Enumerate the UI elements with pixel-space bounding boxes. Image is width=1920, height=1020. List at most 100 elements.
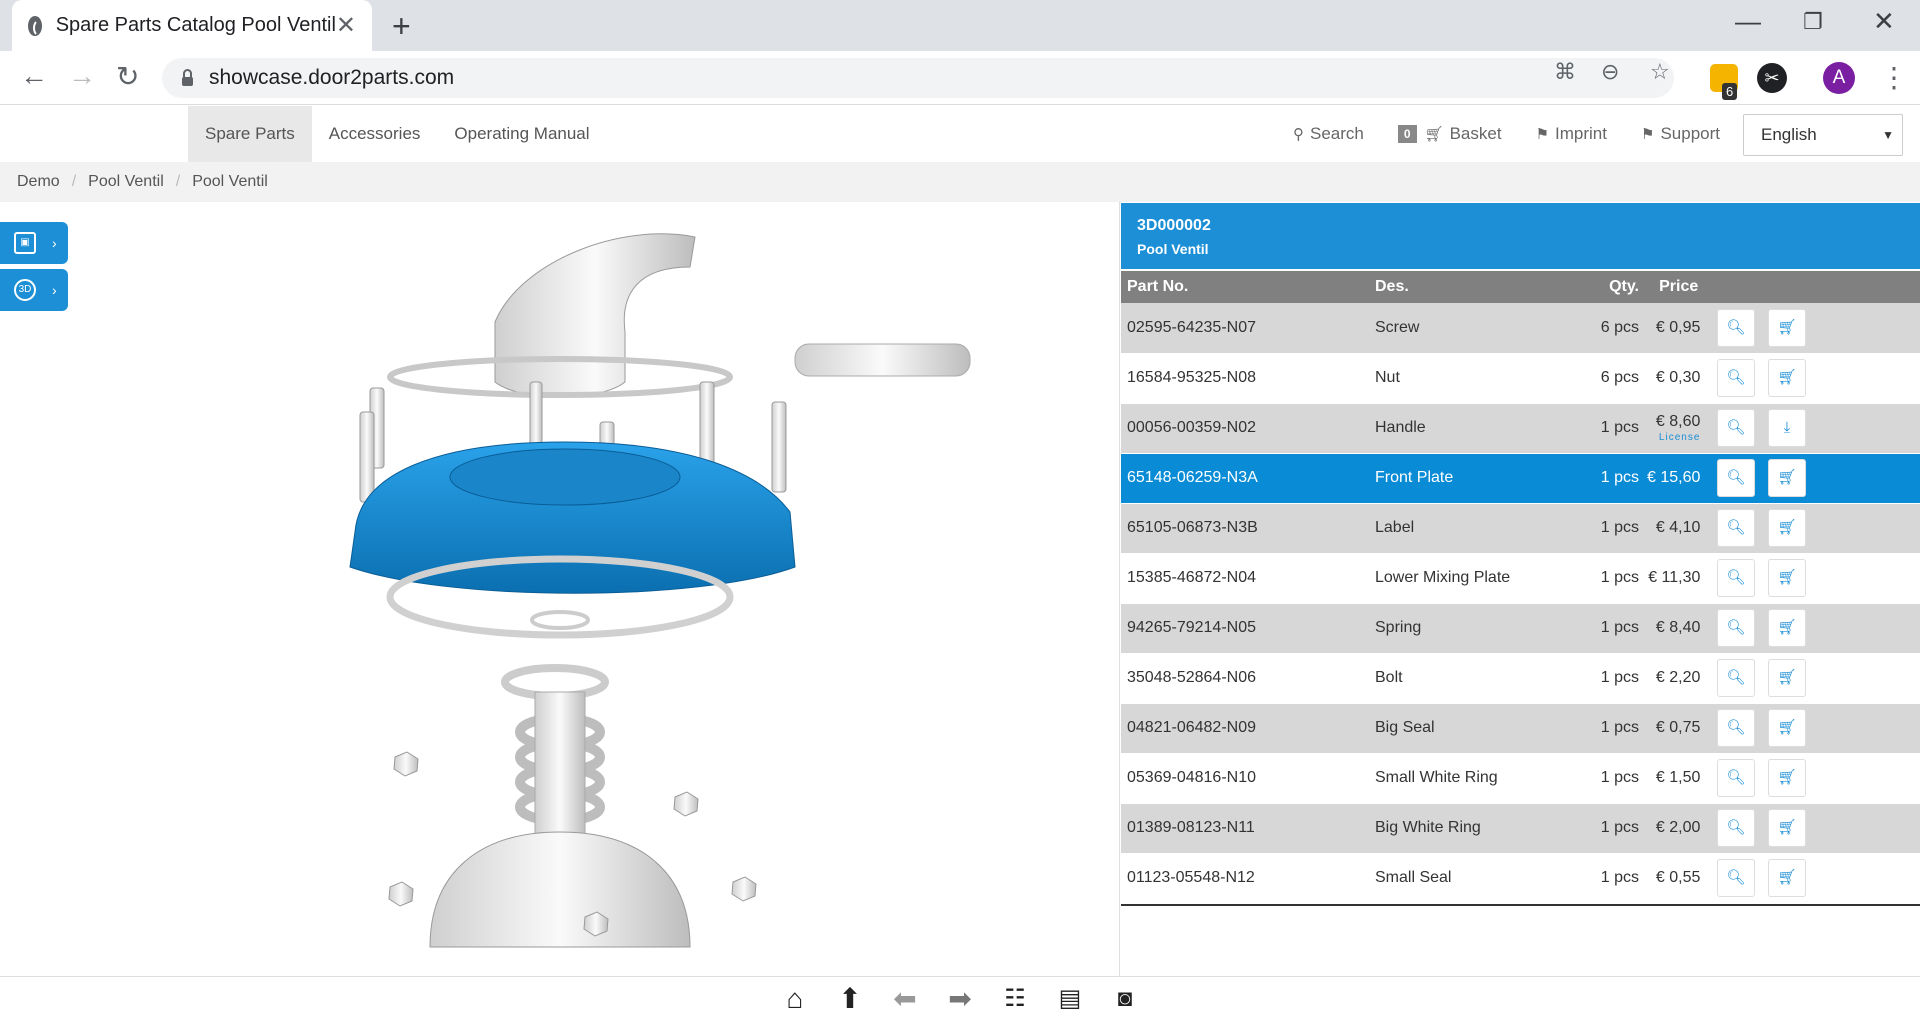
tree-icon[interactable]: ☷ — [988, 984, 1043, 1013]
imprint-link[interactable]: ⚑ Imprint — [1536, 124, 1607, 144]
table-row[interactable]: 15385-46872-N04 Lower Mixing Plate 1 pcs € … — [1121, 553, 1920, 604]
table-row[interactable]: 35048-52864-N06 Bolt 1 pcs € 2,20 🔍︎ 🛒︎ — [1121, 653, 1920, 704]
bookmark-star-icon[interactable]: ☆ — [1650, 59, 1670, 85]
add-to-cart-icon[interactable]: 🛒︎ — [1767, 509, 1806, 547]
add-to-cart-icon[interactable]: 🛒︎ — [1767, 609, 1806, 647]
reload-icon[interactable]: ↻ — [116, 60, 139, 93]
url-text: showcase.door2parts.com — [209, 66, 455, 89]
zoom-in-icon[interactable]: 🔍︎ — [1716, 359, 1755, 397]
add-to-cart-icon[interactable]: 🛒︎ — [1767, 308, 1806, 347]
list-image-icon[interactable]: ▤ — [1043, 984, 1098, 1013]
support-link[interactable]: ⚑ Support — [1641, 124, 1720, 144]
nav-operating-manual[interactable]: Operating Manual — [437, 106, 606, 162]
col-part-no[interactable]: Part No. — [1121, 271, 1369, 303]
zoom-in-icon[interactable]: 🔍︎ — [1716, 859, 1755, 897]
zoom-in-icon[interactable]: 🔍︎ — [1716, 659, 1755, 697]
zoom-icon[interactable]: ⊖ — [1601, 59, 1619, 85]
minimize-icon[interactable]: — — [1735, 6, 1761, 37]
zoom-in-icon[interactable]: 🔍︎ — [1716, 559, 1755, 597]
download-icon[interactable]: ⤓ — [1767, 409, 1806, 447]
close-tab-icon[interactable]: ✕ — [336, 11, 356, 40]
handle-part[interactable] — [494, 233, 696, 398]
add-to-cart-icon[interactable]: 🛒︎ — [1767, 559, 1806, 597]
pin-part[interactable] — [794, 343, 971, 377]
table-row[interactable]: 65148-06259-N3A Front Plate 1 pcs € 15,60 🔍︎… — [1121, 453, 1920, 504]
new-tab-icon[interactable]: + — [392, 8, 411, 45]
add-to-cart-icon[interactable]: 🛒︎ — [1767, 659, 1806, 697]
table-row[interactable]: 05369-04816-N10 Small White Ring 1 pcs € 1,… — [1121, 753, 1920, 804]
language-select[interactable]: English ▼ — [1743, 114, 1903, 156]
up-arrow-icon[interactable]: ⬆ — [823, 982, 878, 1015]
add-to-cart-icon[interactable]: 🛒︎ — [1767, 709, 1806, 747]
url-field[interactable]: showcase.door2parts.com — [162, 58, 1674, 98]
part-qty: 1 pcs — [1599, 453, 1647, 504]
col-description[interactable]: Des. — [1369, 271, 1599, 303]
search-link[interactable]: ⚲ Search — [1293, 124, 1364, 144]
zoom-in-icon[interactable]: 🔍︎ — [1716, 509, 1755, 547]
row-spacer — [1812, 303, 1920, 354]
window-close-icon[interactable]: ✕ — [1873, 6, 1895, 37]
col-qty[interactable]: Qty. — [1599, 271, 1647, 303]
bottom-toolbar: ⌂ ⬆ ⬅ ➡ ☷ ▤ ◙ — [0, 976, 1920, 1020]
back-arrow-icon[interactable]: ⬅ — [878, 982, 933, 1015]
breadcrumb-item[interactable]: Pool Ventil — [192, 173, 268, 191]
zoom-in-icon[interactable]: 🔍︎ — [1716, 308, 1755, 347]
col-price[interactable]: Price — [1647, 271, 1711, 303]
breadcrumb-item[interactable]: Demo — [17, 173, 60, 191]
back-icon[interactable]: ← — [20, 60, 48, 92]
table-row[interactable]: 02595-64235-N07 Screw 6 pcs € 0,95 🔍︎ 🛒︎ — [1121, 303, 1920, 354]
header-tools: ⚲ Search 0 🛒︎ Basket ⚑ Imprint ⚑ Support — [1259, 106, 1720, 162]
lower-mixing-plate-part[interactable] — [429, 831, 691, 948]
home-icon[interactable]: ⌂ — [768, 983, 823, 1015]
zoom-in-icon[interactable]: 🔍︎ — [1716, 809, 1755, 847]
cart-cell: 🛒︎ — [1761, 303, 1813, 354]
add-to-cart-icon[interactable]: 🛒︎ — [1767, 459, 1806, 497]
browser-menu-icon[interactable]: ⋮ — [1880, 61, 1908, 94]
globe-icon — [28, 15, 47, 37]
zoom-in-icon[interactable]: 🔍︎ — [1716, 409, 1755, 447]
row-spacer — [1812, 853, 1920, 904]
zoom-in-icon[interactable]: 🔍︎ — [1716, 759, 1755, 797]
small-seal-part[interactable] — [530, 610, 590, 630]
nav-accessories[interactable]: Accessories — [312, 106, 438, 162]
browser-tab[interactable]: Spare Parts Catalog Pool Ventil ✕ — [12, 0, 372, 51]
table-row[interactable]: 00056-00359-N02 Handle 1 pcs € 8,60 License 🔍… — [1121, 403, 1920, 454]
basket-count: 0 — [1397, 125, 1417, 143]
nav-spare-parts[interactable]: Spare Parts — [188, 106, 312, 162]
address-bar: ← → ↻ showcase.door2parts.com ⌘ ⊖ ☆ 6 ✂ … — [0, 51, 1920, 105]
add-to-cart-icon[interactable]: 🛒︎ — [1767, 859, 1806, 897]
part-number: 35048-52864-N06 — [1121, 653, 1369, 704]
breadcrumb-item[interactable]: Pool Ventil — [88, 173, 164, 191]
exploded-view-model[interactable] — [0, 202, 1120, 976]
restore-icon[interactable]: ❐ — [1803, 9, 1823, 35]
table-row[interactable]: 04821-06482-N09 Big Seal 1 pcs € 0,75 🔍︎ 🛒︎ — [1121, 703, 1920, 754]
zoom-in-icon[interactable]: 🔍︎ — [1716, 609, 1755, 647]
3d-view-button[interactable]: 3D › — [0, 269, 68, 311]
row-spacer — [1812, 803, 1920, 854]
part-price: € 0,75 — [1655, 719, 1701, 736]
cart-cell: 🛒︎ — [1761, 453, 1813, 504]
add-to-cart-icon[interactable]: 🛒︎ — [1767, 809, 1806, 847]
image-view-button[interactable]: ▣ › — [0, 222, 68, 264]
license-label[interactable]: License — [1647, 432, 1700, 443]
part-description: Lower Mixing Plate — [1369, 553, 1599, 604]
table-row[interactable]: 94265-79214-N05 Spring 1 pcs € 8,40 🔍︎ 🛒︎ — [1121, 603, 1920, 654]
zoom-in-icon[interactable]: 🔍︎ — [1716, 459, 1755, 497]
profile-avatar[interactable]: A — [1823, 62, 1855, 94]
part-qty: 1 pcs — [1599, 803, 1647, 854]
add-to-cart-icon[interactable]: 🛒︎ — [1767, 359, 1806, 397]
vr-goggles-icon[interactable]: ◙ — [1098, 985, 1153, 1013]
translate-icon[interactable]: ⌘ — [1554, 59, 1576, 85]
extension-scissors-icon[interactable]: ✂ — [1757, 63, 1787, 93]
add-to-cart-icon[interactable]: 🛒︎ — [1767, 759, 1806, 797]
forward-arrow-icon[interactable]: ➡ — [933, 982, 988, 1015]
table-row[interactable]: 65105-06873-N3B Label 1 pcs € 4,10 🔍︎ 🛒︎ — [1121, 503, 1920, 554]
basket-link[interactable]: 0 🛒︎ Basket — [1397, 124, 1502, 144]
table-row[interactable]: 16584-95325-N08 Nut 6 pcs € 0,30 🔍︎ 🛒︎ — [1121, 353, 1920, 404]
table-row[interactable]: 01389-08123-N11 Big White Ring 1 pcs € 2,00… — [1121, 803, 1920, 854]
3d-viewer[interactable]: ▣ › 3D › — [0, 202, 1120, 976]
zoom-in-icon[interactable]: 🔍︎ — [1716, 709, 1755, 747]
part-description: Big White Ring — [1369, 803, 1599, 854]
table-row[interactable]: 01123-05548-N12 Small Seal 1 pcs € 0,55 🔍︎ 🛒︎ — [1121, 853, 1920, 904]
forward-icon[interactable]: → — [68, 60, 96, 92]
